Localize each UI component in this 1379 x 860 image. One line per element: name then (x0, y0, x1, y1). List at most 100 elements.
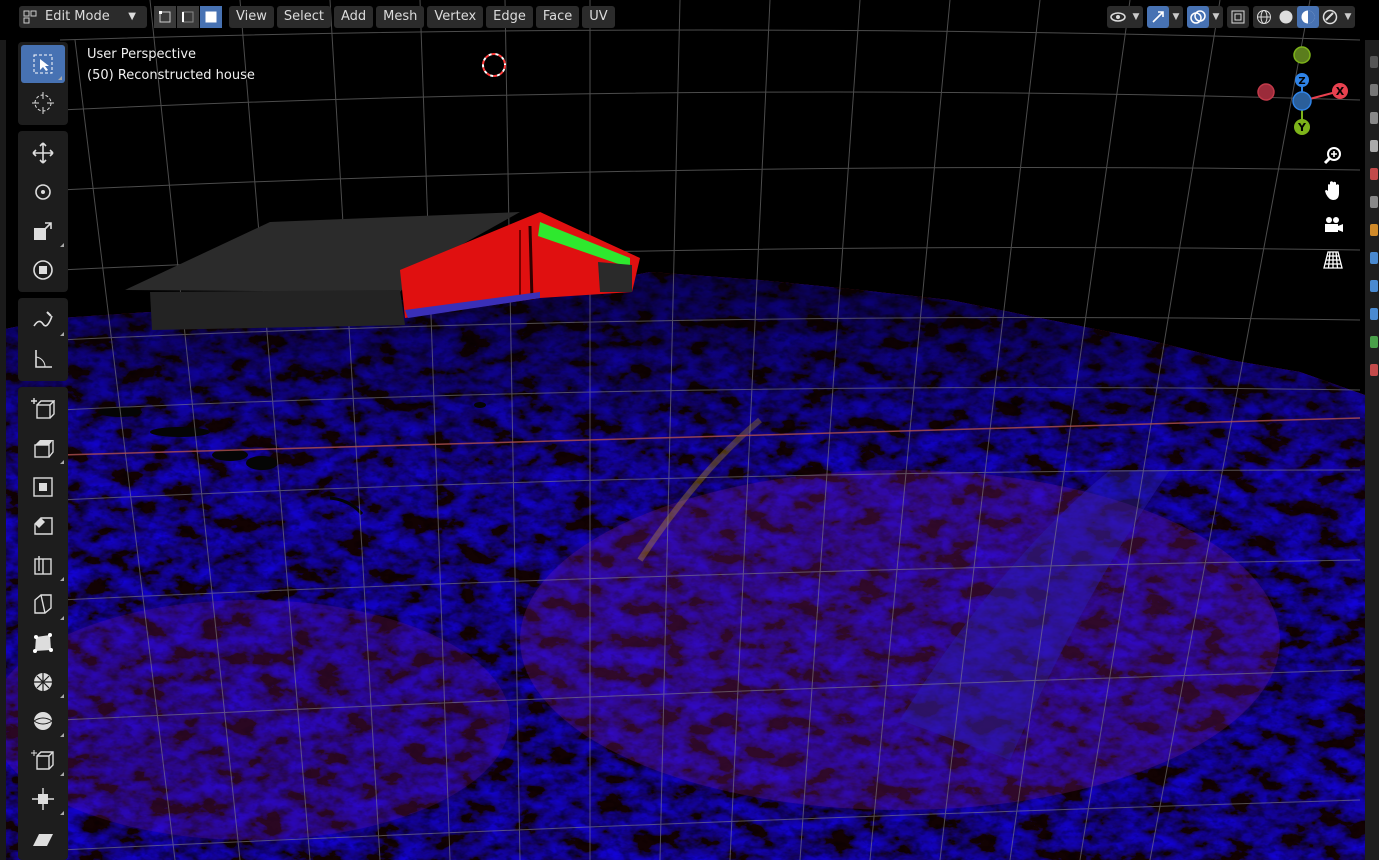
knife-icon (34, 594, 52, 614)
x-axis-handle[interactable]: X (1332, 83, 1348, 99)
spin-icon (34, 673, 52, 691)
menu-uv[interactable]: UV (582, 6, 615, 28)
overlays-toggle[interactable]: ▼ (1187, 6, 1223, 28)
inset-icon (33, 477, 53, 497)
solid-shading-icon[interactable] (1275, 6, 1297, 28)
rendered-shading-icon[interactable] (1319, 6, 1341, 28)
terrain-mesh (0, 272, 1379, 860)
face-select-icon (205, 11, 217, 23)
measure-icon (35, 350, 52, 368)
y-axis-handle[interactable]: Y (1294, 119, 1310, 135)
tool-group-mesh (18, 387, 68, 860)
bevel-icon (34, 517, 53, 535)
menu-edge[interactable]: Edge (486, 6, 533, 28)
edge-select-icon (182, 11, 194, 23)
tool-group-annotate (18, 298, 68, 381)
menu-vertex[interactable]: Vertex (427, 6, 484, 28)
cursor-icon (32, 92, 54, 114)
menu-view[interactable]: View (229, 6, 274, 28)
eye-icon (1107, 6, 1129, 28)
extrude-tool[interactable] (19, 429, 67, 467)
3d-viewport[interactable]: Edit Mode ▼ View Select Add Mesh Vertex … (0, 0, 1379, 860)
rotate-tool[interactable] (19, 173, 67, 211)
overlays-icon (1187, 6, 1209, 28)
bevel-tool[interactable] (19, 507, 67, 545)
transform-tool[interactable] (19, 251, 67, 289)
navigation-buttons (1318, 140, 1352, 280)
viewport-header: Edit Mode ▼ View Select Add Mesh Vertex … (0, 0, 1379, 34)
select-mode-group (154, 6, 223, 28)
tool-shelf (18, 42, 68, 860)
scene-render[interactable] (0, 0, 1379, 860)
shear-tool[interactable] (19, 819, 67, 857)
3d-cursor (482, 53, 506, 77)
material-shading-icon[interactable] (1297, 6, 1319, 28)
xray-icon (1227, 6, 1249, 28)
navigation-gizmo[interactable]: Z X Y (1250, 40, 1360, 140)
cursor-tool[interactable] (19, 84, 67, 122)
neg-x-axis-handle[interactable] (1257, 83, 1275, 101)
scale-icon (34, 222, 52, 240)
shear-icon (33, 834, 53, 846)
smooth-icon (33, 712, 53, 730)
spin-tool[interactable] (19, 663, 67, 701)
zoom-button[interactable] (1318, 140, 1348, 170)
wireframe-shading-icon[interactable] (1253, 6, 1275, 28)
inset-tool[interactable] (19, 468, 67, 506)
scale-tool[interactable] (19, 212, 67, 250)
pan-button[interactable] (1318, 175, 1348, 205)
loop-cut-tool[interactable] (19, 546, 67, 584)
mode-dropdown[interactable]: Edit Mode ▼ (19, 6, 147, 28)
object-info-label: (50) Reconstructed house (87, 68, 255, 83)
xray-toggle[interactable] (1227, 6, 1249, 28)
menu-select[interactable]: Select (276, 6, 331, 28)
select-box-tool[interactable] (21, 45, 65, 83)
left-edge-border (0, 40, 6, 860)
transform-icon (33, 260, 53, 280)
edge-slide-icon (31, 750, 54, 770)
smooth-tool[interactable] (19, 702, 67, 740)
annotate-tool[interactable] (19, 301, 67, 339)
camera-view-button[interactable] (1318, 210, 1348, 240)
zoom-icon (1323, 147, 1341, 165)
perspective-toggle-button[interactable] (1318, 245, 1348, 275)
face-select-button[interactable] (200, 6, 222, 28)
chevron-down-icon: ▼ (1172, 12, 1180, 22)
annotate-icon (33, 311, 53, 327)
edge-slide-tool[interactable] (19, 741, 67, 779)
neg-z-axis-handle[interactable] (1292, 91, 1312, 111)
knife-tool[interactable] (19, 585, 67, 623)
edge-select-button[interactable] (177, 6, 199, 28)
svg-text:X: X (1336, 85, 1345, 98)
hand-icon (1325, 181, 1339, 200)
chevron-down-icon[interactable]: ▼ (1341, 12, 1355, 22)
gizmo-toggle[interactable]: ▼ (1147, 6, 1183, 28)
z-axis-handle[interactable]: Z (1295, 73, 1309, 87)
chevron-down-icon: ▼ (128, 11, 136, 22)
gizmo-icon (1147, 6, 1169, 28)
menu-face[interactable]: Face (535, 6, 580, 28)
vertex-select-button[interactable] (154, 6, 176, 28)
grid-perspective-icon (1323, 251, 1343, 269)
move-tool[interactable] (19, 134, 67, 172)
vertex-select-icon (159, 11, 171, 23)
measure-tool[interactable] (19, 340, 67, 378)
rotate-icon (35, 184, 51, 200)
camera-icon (1325, 217, 1343, 232)
svg-text:Y: Y (1297, 121, 1307, 134)
svg-text:Z: Z (1298, 76, 1305, 87)
perspective-label: User Perspective (87, 47, 197, 62)
tool-group-select (18, 42, 68, 125)
poly-build-tool[interactable] (19, 624, 67, 662)
add-cube-tool[interactable] (19, 390, 67, 428)
shading-modes: ▼ (1253, 6, 1355, 28)
shrink-fatten-icon (32, 788, 54, 810)
sidebar-tabs-edge[interactable] (1365, 40, 1379, 860)
visibility-dropdown[interactable]: ▼ (1107, 6, 1143, 28)
neg-y-axis-handle[interactable] (1293, 46, 1311, 64)
menu-add[interactable]: Add (333, 6, 374, 28)
menu-mesh[interactable]: Mesh (376, 6, 425, 28)
edit-mode-icon (23, 10, 37, 24)
shrink-fatten-tool[interactable] (19, 780, 67, 818)
extrude-icon (34, 440, 54, 458)
